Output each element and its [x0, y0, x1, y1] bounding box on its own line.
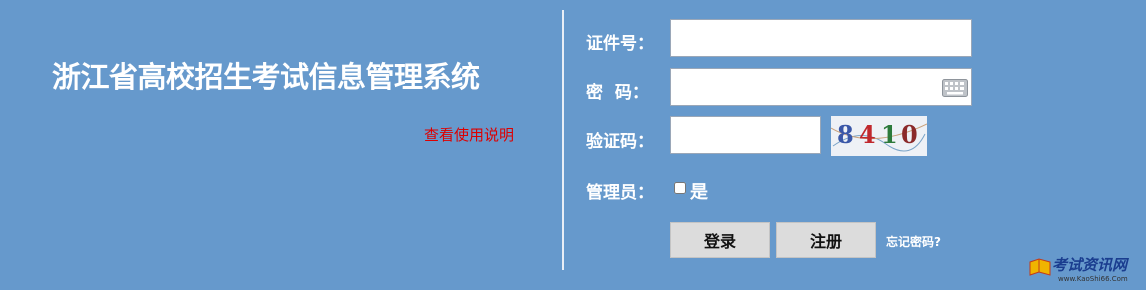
forgot-password-link[interactable]: 忘记密码? [886, 233, 941, 250]
admin-checkbox-text: 是 [690, 182, 708, 203]
login-button[interactable]: 登录 [670, 222, 770, 258]
divider [562, 10, 564, 270]
keyboard-icon[interactable] [942, 79, 968, 97]
captcha-image[interactable]: 8 4 1 0 [831, 116, 927, 156]
id-number-label: 证件号： [586, 34, 654, 54]
logo-url: www.KaoShi66.Com [1058, 275, 1128, 283]
page-title: 浙江省高校招生考试信息管理系统 [52, 60, 480, 94]
captcha-char-4: 0 [901, 120, 918, 149]
password-label: 密 码： [586, 83, 649, 103]
book-icon [1029, 258, 1051, 276]
id-number-input[interactable] [670, 19, 972, 57]
password-input[interactable] [670, 68, 972, 106]
help-link[interactable]: 查看使用说明 [424, 124, 514, 145]
site-logo: 考试资讯网 www.KaoShi66.Com [1028, 254, 1140, 288]
admin-checkbox[interactable] [674, 182, 686, 194]
captcha-char-1: 8 [837, 120, 854, 149]
captcha-char-2: 4 [859, 120, 876, 149]
captcha-label: 验证码： [586, 132, 654, 152]
captcha-char-3: 1 [881, 120, 898, 149]
logo-text: 考试资讯网 [1052, 256, 1128, 274]
register-button[interactable]: 注册 [776, 222, 876, 258]
admin-label: 管理员： [586, 183, 654, 203]
captcha-input[interactable] [670, 116, 821, 154]
